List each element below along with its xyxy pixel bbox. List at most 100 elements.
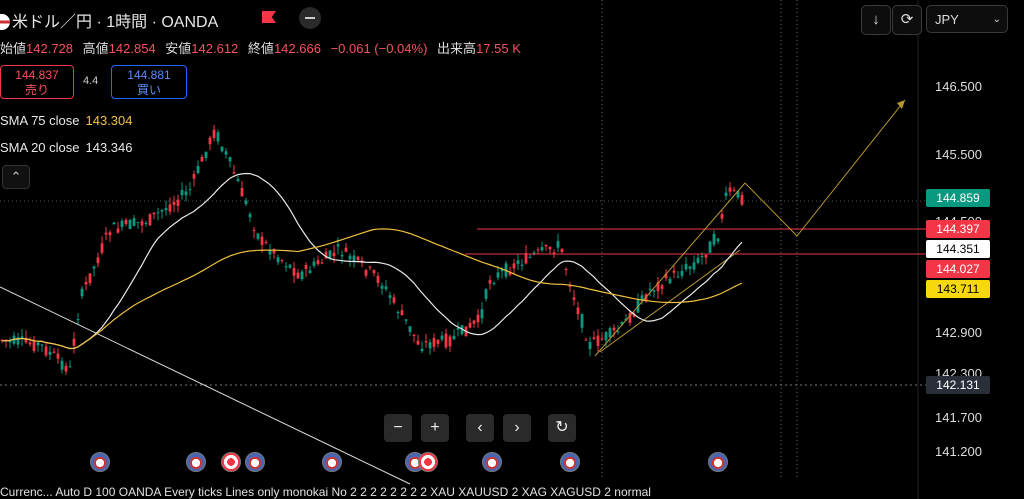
scroll-left-button[interactable]: ‹ [466, 414, 494, 442]
candle-body [80, 288, 84, 297]
economic-event-icon[interactable] [245, 452, 265, 472]
candle-body [684, 263, 688, 270]
candle-body [404, 319, 408, 321]
candle-body [348, 255, 352, 260]
zoom-in-button[interactable]: + [421, 414, 449, 442]
candle-body [288, 264, 292, 268]
refresh-icon: ⟳ [900, 11, 914, 28]
candle-body [604, 332, 608, 341]
candle-body [600, 338, 604, 340]
reset-chart-button[interactable]: ↻ [548, 414, 576, 442]
candle-body [76, 319, 80, 321]
download-button[interactable]: ↓ [861, 5, 891, 35]
candle-body [332, 252, 336, 257]
candle-body [276, 257, 280, 263]
candle-body [344, 247, 348, 252]
candle-body [732, 189, 736, 191]
candle-body [388, 295, 392, 298]
event-marker-icon[interactable] [418, 452, 438, 472]
candle-body [256, 233, 260, 240]
candle-body [536, 249, 540, 251]
candle-body [496, 272, 500, 278]
economic-event-icon[interactable] [708, 452, 728, 472]
economic-event-icon[interactable] [560, 452, 580, 472]
candle-body [588, 341, 592, 350]
candle-body [472, 320, 476, 324]
candle-body [612, 327, 616, 331]
candle-body [180, 190, 184, 196]
candle-body [176, 199, 180, 206]
buy-button[interactable]: 144.881 買い [111, 65, 187, 99]
candle-body [424, 341, 428, 343]
candle-body [640, 295, 644, 300]
economic-event-icon[interactable] [322, 452, 342, 472]
candle-body [228, 157, 232, 162]
candle-body [208, 137, 212, 145]
price-axis-label: 141.700 [935, 410, 982, 425]
candle-body [708, 241, 712, 253]
candle-body [520, 264, 524, 266]
hide-legend-button[interactable] [299, 7, 321, 29]
candle-body [564, 268, 568, 270]
candle-body [200, 157, 204, 162]
sma75-legend[interactable]: SMA 75 close 143.304 [0, 113, 133, 128]
candle-body [572, 297, 576, 300]
candle-body [436, 339, 440, 344]
sell-button[interactable]: 144.837 売り [0, 65, 74, 99]
candle-body [680, 270, 684, 276]
event-marker-icon[interactable] [221, 452, 241, 472]
price-tag-crosshair: 142.131 [926, 376, 990, 394]
price-axis-label: 145.500 [935, 147, 982, 162]
candle-body [476, 314, 480, 323]
candle-body [484, 289, 488, 299]
candle-body [244, 200, 248, 205]
collapse-legend-button[interactable]: ⌃ [2, 165, 30, 189]
candle-body [384, 286, 388, 290]
candle-body [148, 214, 152, 226]
candle-body [668, 278, 672, 284]
candle-body [560, 248, 564, 253]
economic-event-icon[interactable] [482, 452, 502, 472]
candle-body [396, 311, 400, 314]
candle-body [100, 243, 104, 253]
channel-line-lower [599, 249, 741, 353]
candle-body [548, 246, 552, 250]
candle-body [596, 335, 600, 346]
candle-body [84, 282, 88, 285]
candle-body [120, 220, 124, 227]
candle-body [540, 247, 544, 251]
candle-body [672, 270, 676, 273]
candle-body [248, 213, 252, 218]
candle-body [92, 266, 96, 269]
candle-body [556, 240, 560, 248]
sma20-legend[interactable]: SMA 20 close 143.346 [0, 140, 133, 155]
candle-body [168, 204, 172, 212]
candle-body [592, 337, 596, 339]
price-tag-line-upper: 144.397 [926, 220, 990, 238]
candle-body [220, 146, 224, 152]
candle-body [452, 335, 456, 340]
candle-body [124, 219, 128, 224]
candle-body [284, 266, 288, 268]
candle-body [488, 280, 492, 284]
symbol-title[interactable]: 米ドル／円 · 1時間 · OANDA [0, 8, 218, 32]
economic-event-icon[interactable] [186, 452, 206, 472]
candle-body [380, 285, 384, 289]
price-tag-sma75: 143.711 [926, 280, 990, 298]
scroll-right-button[interactable]: › [503, 414, 531, 442]
candle-body [700, 255, 704, 258]
candle-body [164, 207, 168, 211]
refresh-button[interactable]: ⟳ [892, 5, 922, 35]
economic-event-icon[interactable] [90, 452, 110, 472]
zoom-out-button[interactable]: − [384, 414, 412, 442]
candle-body [184, 191, 188, 196]
candle-body [72, 338, 76, 346]
candle-body [240, 187, 244, 197]
candle-body [36, 342, 40, 346]
arrow-down-icon: ↓ [872, 11, 880, 28]
currency-select[interactable]: JPY ⌄ [926, 5, 1008, 33]
candle-body [716, 238, 720, 242]
candle-body [300, 271, 304, 280]
candle-body [432, 338, 436, 347]
candle-body [356, 256, 360, 260]
